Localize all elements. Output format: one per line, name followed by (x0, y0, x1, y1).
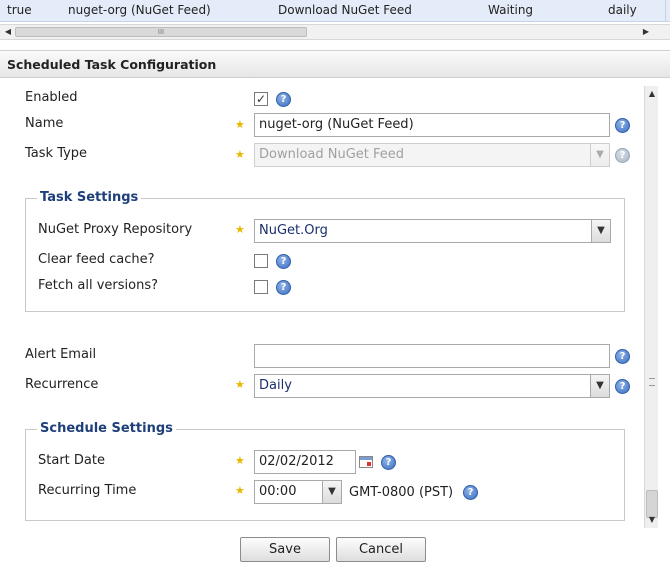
calendar-icon[interactable] (359, 456, 373, 468)
column-divider (665, 0, 666, 22)
repository-value: NuGet.Org (259, 223, 328, 238)
chevron-down-icon[interactable]: ▼ (590, 144, 609, 166)
task-type-value: Download NuGet Feed (259, 147, 405, 162)
panel-header: Scheduled Task Configuration (0, 50, 670, 78)
scroll-grip-icon (649, 378, 655, 386)
cell-type: Download NuGet Feed (278, 3, 412, 17)
clear-cache-help-icon[interactable]: ? (276, 254, 291, 269)
required-star-icon: ★ (235, 378, 245, 391)
cancel-button[interactable]: Cancel (336, 537, 426, 562)
timezone-label: GMT-0800 (PST) (349, 485, 454, 500)
start-date-input[interactable]: 02/02/2012 (254, 450, 356, 474)
chevron-down-icon[interactable]: ▼ (591, 220, 610, 242)
name-label: Name (25, 116, 64, 131)
save-button[interactable]: Save (240, 537, 330, 562)
fetch-all-label: Fetch all versions? (38, 278, 158, 293)
cell-enabled: true (7, 3, 32, 17)
task-type-label: Task Type (25, 146, 88, 161)
name-help-icon[interactable]: ? (615, 118, 630, 133)
recurring-time-value: 00:00 (259, 484, 297, 499)
enabled-help-icon[interactable]: ? (276, 92, 291, 107)
required-star-icon: ★ (235, 484, 245, 497)
horizontal-scrollbar[interactable]: ◀ III ▶ (0, 24, 670, 40)
alert-email-input[interactable] (254, 344, 610, 368)
required-star-icon: ★ (235, 454, 245, 467)
task-settings-legend: Task Settings (37, 190, 142, 205)
recurring-time-label: Recurring Time (38, 483, 137, 498)
vertical-scrollbar[interactable]: ▲ ▼ (644, 86, 658, 528)
chevron-down-icon[interactable]: ▼ (590, 375, 609, 397)
clear-cache-checkbox[interactable] (254, 254, 268, 268)
fetch-all-checkbox[interactable] (254, 280, 268, 294)
enabled-checkbox[interactable]: ✓ (254, 92, 268, 106)
clear-cache-label: Clear feed cache? (38, 252, 155, 267)
panel-title: Scheduled Task Configuration (7, 57, 217, 72)
task-table-row[interactable]: true nuget-org (NuGet Feed) Download NuG… (0, 0, 670, 22)
scroll-right-icon[interactable]: ▶ (640, 26, 652, 38)
cell-name: nuget-org (NuGet Feed) (68, 3, 211, 17)
enabled-label: Enabled (25, 90, 78, 105)
recurrence-select[interactable]: Daily ▼ (254, 374, 610, 398)
recurrence-help-icon[interactable]: ? (615, 379, 630, 394)
schedule-settings-legend: Schedule Settings (37, 421, 176, 436)
recurrence-label: Recurrence (25, 377, 99, 392)
scroll-left-icon[interactable]: ◀ (2, 26, 14, 38)
task-type-help-icon: ? (615, 148, 630, 163)
scroll-up-icon[interactable]: ▲ (646, 88, 658, 100)
start-date-label: Start Date (38, 453, 105, 468)
scroll-down-icon[interactable]: ▼ (646, 514, 658, 526)
fetch-all-help-icon[interactable]: ? (276, 280, 291, 295)
schedule-settings-fieldset (25, 429, 625, 521)
alert-email-help-icon[interactable]: ? (615, 349, 630, 364)
required-star-icon: ★ (235, 148, 245, 161)
recurring-time-help-icon[interactable]: ? (463, 485, 478, 500)
repository-select[interactable]: NuGet.Org ▼ (254, 219, 611, 243)
recurrence-value: Daily (259, 378, 292, 393)
repository-label: NuGet Proxy Repository (38, 222, 193, 237)
required-star-icon: ★ (235, 118, 245, 131)
alert-email-label: Alert Email (25, 347, 97, 362)
recurring-time-select[interactable]: 00:00 ▼ (254, 480, 342, 504)
cell-status: Waiting (488, 3, 534, 17)
start-date-help-icon[interactable]: ? (381, 455, 396, 470)
name-input[interactable]: nuget-org (NuGet Feed) (254, 113, 610, 137)
required-star-icon: ★ (235, 223, 245, 236)
scroll-thumb[interactable]: III (15, 27, 307, 37)
chevron-down-icon[interactable]: ▼ (322, 481, 341, 503)
task-type-select[interactable]: Download NuGet Feed ▼ (254, 143, 610, 167)
cell-schedule: daily (608, 3, 637, 17)
